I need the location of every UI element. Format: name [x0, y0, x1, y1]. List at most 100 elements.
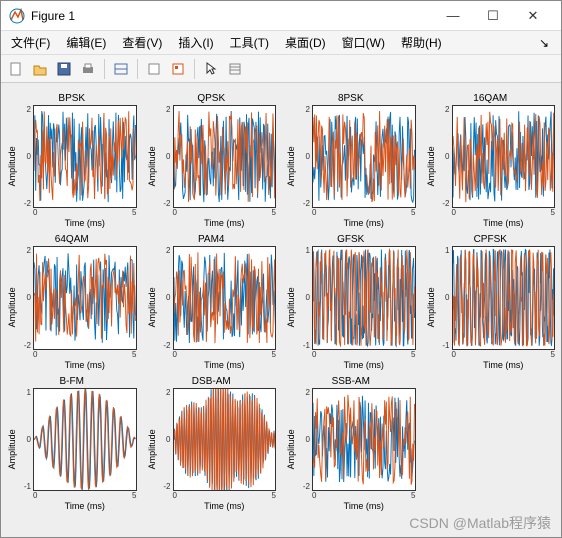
xlabel: Time (ms) — [17, 501, 137, 511]
matlab-icon — [9, 8, 25, 24]
menu-help[interactable]: 帮助(H) — [395, 32, 448, 53]
xlabel: Time (ms) — [436, 218, 556, 228]
chart-plot[interactable] — [312, 246, 416, 349]
yticks: 20-2 — [17, 105, 33, 208]
chart-title: 64QAM — [7, 234, 137, 246]
xticks: 05 — [296, 208, 416, 218]
ylabel: Amplitude — [286, 388, 296, 511]
toolbar-sep — [137, 59, 138, 79]
open-icon[interactable] — [29, 58, 51, 80]
chart-BPSK: BPSKAmplitude20-205Time (ms) — [7, 93, 137, 228]
minimize-button[interactable]: — — [433, 2, 473, 30]
chart-QPSK: QPSKAmplitude20-205Time (ms) — [147, 93, 277, 228]
chart-plot[interactable] — [452, 246, 556, 349]
menubar: 文件(F) 编辑(E) 查看(V) 插入(I) 工具(T) 桌面(D) 窗口(W… — [1, 31, 561, 55]
chart-title: DSB-AM — [147, 376, 277, 388]
xticks: 05 — [17, 491, 137, 501]
yticks: 10-1 — [296, 246, 312, 349]
chart-title: 8PSK — [286, 93, 416, 105]
ylabel: Amplitude — [147, 388, 157, 511]
chart-title: GFSK — [286, 234, 416, 246]
xlabel: Time (ms) — [157, 360, 277, 370]
chart-8PSK: 8PSKAmplitude20-205Time (ms) — [286, 93, 416, 228]
chart-title: CPFSK — [426, 234, 556, 246]
chart-title: PAM4 — [147, 234, 277, 246]
rotate-icon[interactable] — [143, 58, 165, 80]
yticks: 20-2 — [157, 388, 173, 491]
menu-view[interactable]: 查看(V) — [116, 32, 168, 53]
figure-window: Figure 1 — ☐ ✕ 文件(F) 编辑(E) 查看(V) 插入(I) 工… — [0, 0, 562, 538]
chart-plot[interactable] — [312, 388, 416, 491]
menu-desktop[interactable]: 桌面(D) — [279, 32, 332, 53]
xlabel: Time (ms) — [296, 501, 416, 511]
menu-insert[interactable]: 插入(I) — [172, 32, 219, 53]
chart-title: 16QAM — [426, 93, 556, 105]
xticks: 05 — [17, 350, 137, 360]
save-icon[interactable] — [53, 58, 75, 80]
yticks: 20-2 — [436, 105, 452, 208]
chart-plot[interactable] — [173, 246, 277, 349]
xticks: 05 — [296, 491, 416, 501]
xlabel: Time (ms) — [296, 218, 416, 228]
chart-64QAM: 64QAMAmplitude20-205Time (ms) — [7, 234, 137, 369]
ylabel: Amplitude — [147, 105, 157, 228]
chart-plot[interactable] — [33, 246, 137, 349]
datacursor-icon[interactable] — [167, 58, 189, 80]
yticks: 20-2 — [296, 388, 312, 491]
watermark: CSDN @Matlab程序猿 — [409, 513, 551, 533]
chart-title: B-FM — [7, 376, 137, 388]
xticks: 05 — [17, 208, 137, 218]
xlabel: Time (ms) — [157, 218, 277, 228]
xlabel: Time (ms) — [17, 360, 137, 370]
menu-tools[interactable]: 工具(T) — [224, 32, 275, 53]
xlabel: Time (ms) — [157, 501, 277, 511]
toolbar-sep — [104, 59, 105, 79]
chart-CPFSK: CPFSKAmplitude10-105Time (ms) — [426, 234, 556, 369]
xlabel: Time (ms) — [296, 360, 416, 370]
close-button[interactable]: ✕ — [513, 2, 553, 30]
chart-GFSK: GFSKAmplitude10-105Time (ms) — [286, 234, 416, 369]
ylabel: Amplitude — [7, 105, 17, 228]
menu-edit[interactable]: 编辑(E) — [60, 32, 112, 53]
chart-title: QPSK — [147, 93, 277, 105]
yticks: 10-1 — [436, 246, 452, 349]
titlebar[interactable]: Figure 1 — ☐ ✕ — [1, 1, 561, 31]
ylabel: Amplitude — [147, 246, 157, 369]
menu-file[interactable]: 文件(F) — [5, 32, 56, 53]
menu-accel-icon[interactable]: ↘ — [533, 34, 557, 52]
chart-plot[interactable] — [173, 105, 277, 208]
new-icon[interactable] — [5, 58, 27, 80]
menu-window[interactable]: 窗口(W) — [336, 32, 391, 53]
xticks: 05 — [296, 350, 416, 360]
ylabel: Amplitude — [7, 246, 17, 369]
chart-plot[interactable] — [173, 388, 277, 491]
maximize-button[interactable]: ☐ — [473, 2, 513, 30]
chart-title: SSB-AM — [286, 376, 416, 388]
window-title: Figure 1 — [31, 9, 433, 23]
ylabel: Amplitude — [286, 246, 296, 369]
chart-plot[interactable] — [33, 388, 137, 491]
chart-PAM4: PAM4Amplitude20-205Time (ms) — [147, 234, 277, 369]
xlabel: Time (ms) — [436, 360, 556, 370]
toolbar-sep — [194, 59, 195, 79]
print-icon[interactable] — [77, 58, 99, 80]
xticks: 05 — [436, 350, 556, 360]
xlabel: Time (ms) — [17, 218, 137, 228]
ylabel: Amplitude — [7, 388, 17, 511]
yticks: 20-2 — [157, 105, 173, 208]
chart-plot[interactable] — [452, 105, 556, 208]
toolbar — [1, 55, 561, 83]
chart-plot[interactable] — [312, 105, 416, 208]
chart-B-FM: B-FMAmplitude10-105Time (ms) — [7, 376, 137, 511]
chart-16QAM: 16QAMAmplitude20-205Time (ms) — [426, 93, 556, 228]
pointer-icon[interactable] — [200, 58, 222, 80]
xticks: 05 — [157, 350, 277, 360]
chart-plot[interactable] — [33, 105, 137, 208]
pan-icon[interactable] — [224, 58, 246, 80]
ylabel: Amplitude — [426, 246, 436, 369]
yticks: 20-2 — [17, 246, 33, 349]
link-icon[interactable] — [110, 58, 132, 80]
yticks: 20-2 — [157, 246, 173, 349]
xticks: 05 — [436, 208, 556, 218]
yticks: 20-2 — [296, 105, 312, 208]
